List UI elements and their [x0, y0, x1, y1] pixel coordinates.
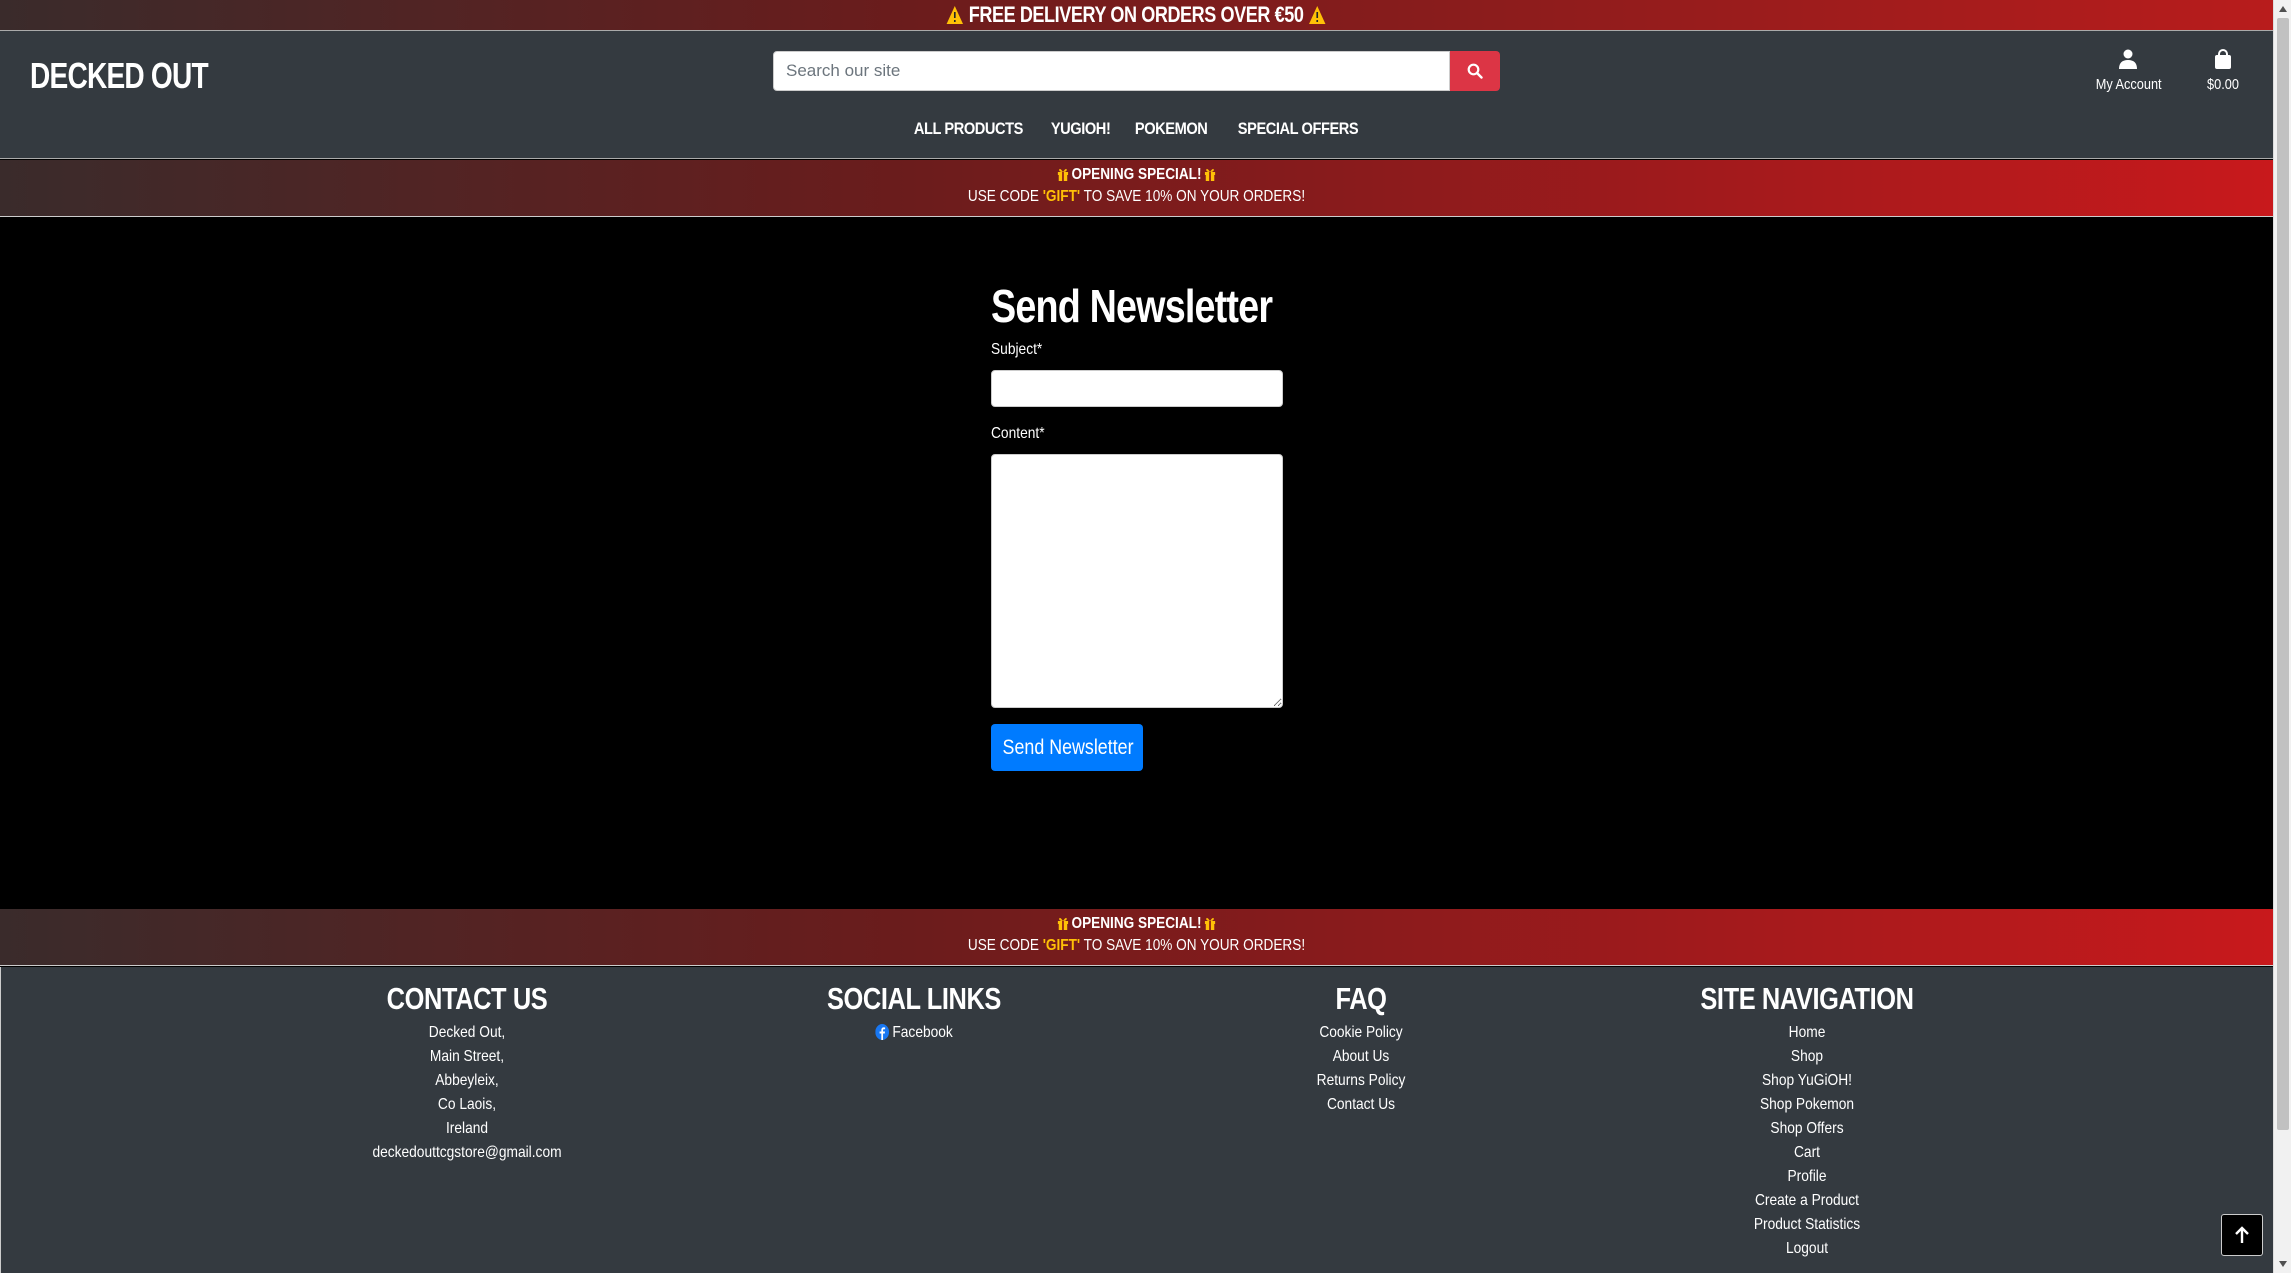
send-newsletter-button[interactable]: Send Newsletter: [991, 724, 1143, 771]
footer-heading-social: SOCIAL LINKS: [827, 981, 1001, 1016]
footer-heading-faq: FAQ: [1335, 981, 1387, 1016]
nav-yugioh[interactable]: YUGIOH!: [1051, 119, 1111, 139]
search-form: [773, 51, 1500, 91]
footer-faq: FAQ Cookie Policy About Us Returns Polic…: [1211, 981, 1511, 1117]
address-line: Abbeyleix,: [435, 1072, 499, 1089]
footer-link-profile[interactable]: Profile: [1678, 1165, 1936, 1189]
facebook-icon: [875, 1024, 889, 1040]
site-footer: CONTACT US Decked Out, Main Street, Abbe…: [0, 967, 2273, 1273]
footer-heading-contact: CONTACT US: [386, 981, 548, 1016]
main-content: Send Newsletter Subject* Content* Send N…: [0, 217, 2273, 909]
faq-link-contact-us[interactable]: Contact Us: [1232, 1093, 1490, 1117]
faq-link-cookie-policy[interactable]: Cookie Policy: [1232, 1021, 1490, 1045]
address-line: Co Laois,: [437, 1096, 497, 1113]
promo-title: OPENING SPECIAL!: [1071, 166, 1202, 183]
content-textarea[interactable]: [991, 454, 1283, 708]
footer-link-cart[interactable]: Cart: [1678, 1141, 1936, 1165]
facebook-link[interactable]: Facebook: [785, 1021, 1043, 1045]
scroll-up-arrow-icon[interactable]: [2274, 0, 2291, 18]
nav-pokemon[interactable]: POKEMON: [1135, 119, 1208, 139]
site-header: DECKED OUT My Account $0.00 ALL PRODUCTS…: [0, 31, 2273, 159]
footer-contact: CONTACT US Decked Out, Main Street, Abbe…: [317, 981, 617, 1165]
footer-link-shop-pokemon[interactable]: Shop Pokemon: [1678, 1093, 1936, 1117]
delivery-banner: FREE DELIVERY ON ORDERS OVER €50: [0, 0, 2273, 31]
content-label: Content*: [991, 425, 1045, 442]
footer-link-shop-offers[interactable]: Shop Offers: [1678, 1117, 1936, 1141]
promo-banner: OPENING SPECIAL! USE CODE 'GIFT' TO SAVE…: [0, 160, 2273, 217]
my-account-link[interactable]: My Account: [2090, 49, 2166, 93]
footer-link-create-product[interactable]: Create a Product: [1678, 1189, 1936, 1213]
newsletter-form: Send Newsletter Subject* Content* Send N…: [991, 279, 1284, 771]
warning-icon: [1309, 5, 1327, 25]
address-line: Ireland: [445, 1120, 489, 1137]
footer-link-logout[interactable]: Logout: [1678, 1237, 1936, 1261]
delivery-banner-text: FREE DELIVERY ON ORDERS OVER €50: [969, 2, 1304, 27]
subject-input[interactable]: [991, 370, 1283, 407]
cart-total: $0.00: [2207, 76, 2239, 93]
promo-code: 'GIFT': [1042, 188, 1081, 205]
page: FREE DELIVERY ON ORDERS OVER €50 DECKED …: [0, 0, 2273, 1273]
promo-code: 'GIFT': [1042, 937, 1081, 954]
footer-site-navigation: SITE NAVIGATION Home Shop Shop YuGiOH! S…: [1657, 981, 1957, 1261]
arrow-up-icon: [2235, 1226, 2249, 1243]
faq-link-about-us[interactable]: About Us: [1232, 1045, 1490, 1069]
gift-icon: [1204, 917, 1216, 930]
site-logo[interactable]: DECKED OUT: [30, 55, 209, 97]
promo-text: USE CODE 'GIFT' TO SAVE 10% ON YOUR ORDE…: [967, 937, 1306, 954]
scroll-down-arrow-icon[interactable]: [2274, 1255, 2291, 1273]
search-icon: [1467, 63, 1483, 79]
search-button[interactable]: [1450, 51, 1500, 91]
vertical-scrollbar[interactable]: [2273, 0, 2291, 1273]
back-to-top-button[interactable]: [2221, 1214, 2263, 1256]
promo-title: OPENING SPECIAL!: [1071, 915, 1202, 932]
address-line: Decked Out,: [428, 1024, 506, 1041]
page-title: Send Newsletter: [991, 280, 1273, 332]
footer-link-shop-yugioh[interactable]: Shop YuGiOH!: [1678, 1069, 1936, 1093]
gift-icon: [1057, 917, 1069, 930]
search-input[interactable]: [773, 51, 1450, 91]
my-account-label: My Account: [2095, 76, 2162, 93]
faq-link-returns-policy[interactable]: Returns Policy: [1232, 1069, 1490, 1093]
contact-email-link[interactable]: deckedouttcgstore@gmail.com: [338, 1141, 596, 1165]
warning-icon: [946, 5, 964, 25]
cart-link[interactable]: $0.00: [2200, 49, 2246, 93]
gift-icon: [1204, 168, 1216, 181]
user-icon: [2119, 49, 2137, 69]
promo-banner-footer: OPENING SPECIAL! USE CODE 'GIFT' TO SAVE…: [0, 909, 2273, 966]
subject-label: Subject*: [991, 341, 1043, 358]
nav-special-offers[interactable]: SPECIAL OFFERS: [1237, 119, 1358, 139]
promo-text: USE CODE 'GIFT' TO SAVE 10% ON YOUR ORDE…: [967, 188, 1306, 205]
address-line: Main Street,: [429, 1048, 505, 1065]
shopping-bag-icon: [2215, 49, 2231, 69]
gift-icon: [1057, 168, 1069, 181]
footer-link-home[interactable]: Home: [1678, 1021, 1936, 1045]
footer-social: SOCIAL LINKS Facebook: [764, 981, 1064, 1045]
main-nav: ALL PRODUCTS YUGIOH! POKEMON SPECIAL OFF…: [0, 119, 2273, 139]
nav-all-products[interactable]: ALL PRODUCTS: [914, 119, 1024, 139]
footer-link-product-statistics[interactable]: Product Statistics: [1678, 1213, 1936, 1237]
footer-link-shop[interactable]: Shop: [1678, 1045, 1936, 1069]
footer-heading-site-nav: SITE NAVIGATION: [1700, 981, 1914, 1016]
scrollbar-thumb[interactable]: [2277, 18, 2289, 1130]
